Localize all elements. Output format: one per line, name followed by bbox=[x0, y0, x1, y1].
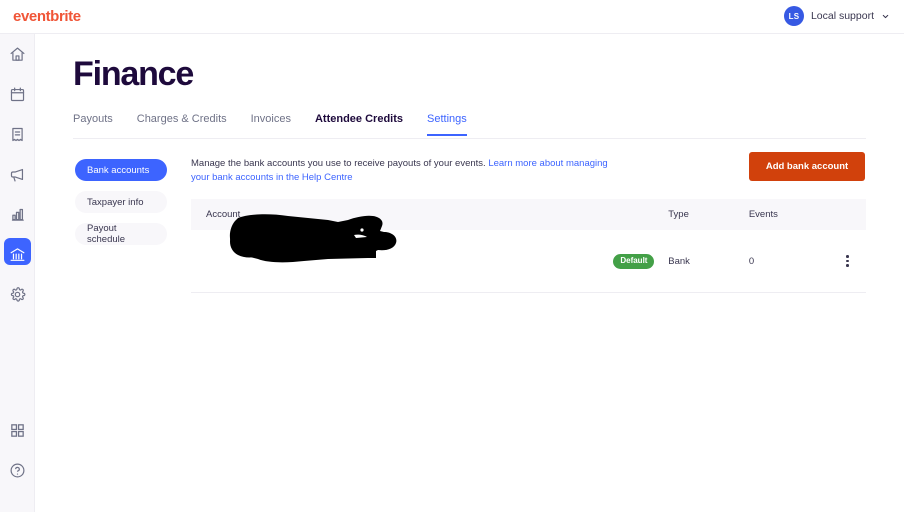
section-description: Manage the bank accounts you use to rece… bbox=[191, 157, 611, 185]
account-menu[interactable]: LS Local support bbox=[780, 4, 894, 28]
column-header-events: Events bbox=[748, 209, 778, 220]
bank-icon bbox=[9, 246, 26, 263]
sidebar-item-events[interactable] bbox=[0, 74, 35, 114]
megaphone-icon bbox=[9, 166, 26, 183]
bank-accounts-table: Account Type Events Default Bank 0 bbox=[191, 199, 866, 293]
gear-icon bbox=[9, 286, 26, 303]
sidebar-item-home[interactable] bbox=[0, 34, 35, 74]
subnav-item-payout-schedule[interactable]: Payout schedule bbox=[75, 223, 167, 245]
top-bar: eventbrite LS Local support bbox=[0, 0, 904, 34]
table-row[interactable]: Default Bank 0 bbox=[191, 214, 866, 293]
finance-tabs: Payouts Charges & Credits Invoices Atten… bbox=[73, 113, 866, 139]
sidebar-item-orders[interactable] bbox=[0, 114, 35, 154]
settings-subnav: Bank accounts Taxpayer info Payout sched… bbox=[75, 159, 167, 255]
sidebar-item-apps[interactable] bbox=[0, 410, 35, 450]
sidebar-item-finance[interactable] bbox=[0, 234, 35, 274]
status-badge: Default bbox=[613, 253, 655, 269]
cell-events: 0 bbox=[748, 255, 755, 267]
chevron-down-icon bbox=[881, 12, 890, 21]
main-content: Finance Payouts Charges & Credits Invoic… bbox=[35, 34, 904, 512]
bar-chart-icon bbox=[9, 206, 26, 223]
column-header-account: Account bbox=[206, 209, 241, 220]
description-text: Manage the bank accounts you use to rece… bbox=[191, 158, 489, 169]
page-title: Finance bbox=[73, 55, 194, 93]
kebab-menu-icon[interactable] bbox=[829, 255, 866, 267]
sidebar-rail bbox=[0, 34, 35, 512]
tab-charges-credits[interactable]: Charges & Credits bbox=[137, 113, 227, 134]
account-name: Local support bbox=[810, 10, 874, 22]
subnav-item-taxpayer-info[interactable]: Taxpayer info bbox=[75, 191, 167, 213]
eventbrite-logo[interactable]: eventbrite bbox=[13, 8, 81, 25]
subnav-item-bank-accounts[interactable]: Bank accounts bbox=[75, 159, 167, 181]
home-icon bbox=[9, 46, 26, 63]
calendar-icon bbox=[9, 86, 26, 103]
column-header-type: Type bbox=[668, 209, 689, 220]
sidebar-bottom-group bbox=[0, 410, 35, 490]
tab-payouts[interactable]: Payouts bbox=[73, 113, 113, 134]
table-header-row: Account Type Events bbox=[191, 199, 866, 230]
tab-invoices[interactable]: Invoices bbox=[251, 113, 291, 134]
tab-attendee-credits[interactable]: Attendee Credits bbox=[315, 113, 403, 134]
apps-grid-icon bbox=[9, 422, 26, 439]
cell-actions bbox=[829, 255, 866, 267]
cell-status: Default bbox=[613, 253, 668, 269]
sidebar-item-help[interactable] bbox=[0, 450, 35, 490]
tab-settings[interactable]: Settings bbox=[427, 113, 467, 136]
add-bank-account-button[interactable]: Add bank account bbox=[749, 152, 865, 181]
avatar: LS bbox=[783, 6, 804, 26]
sidebar-item-reports[interactable] bbox=[0, 194, 35, 234]
sidebar-item-marketing[interactable] bbox=[0, 154, 35, 194]
cell-type: Bank bbox=[668, 255, 690, 267]
sidebar-item-settings[interactable] bbox=[0, 274, 35, 314]
help-icon bbox=[9, 462, 26, 479]
order-icon bbox=[9, 126, 26, 143]
